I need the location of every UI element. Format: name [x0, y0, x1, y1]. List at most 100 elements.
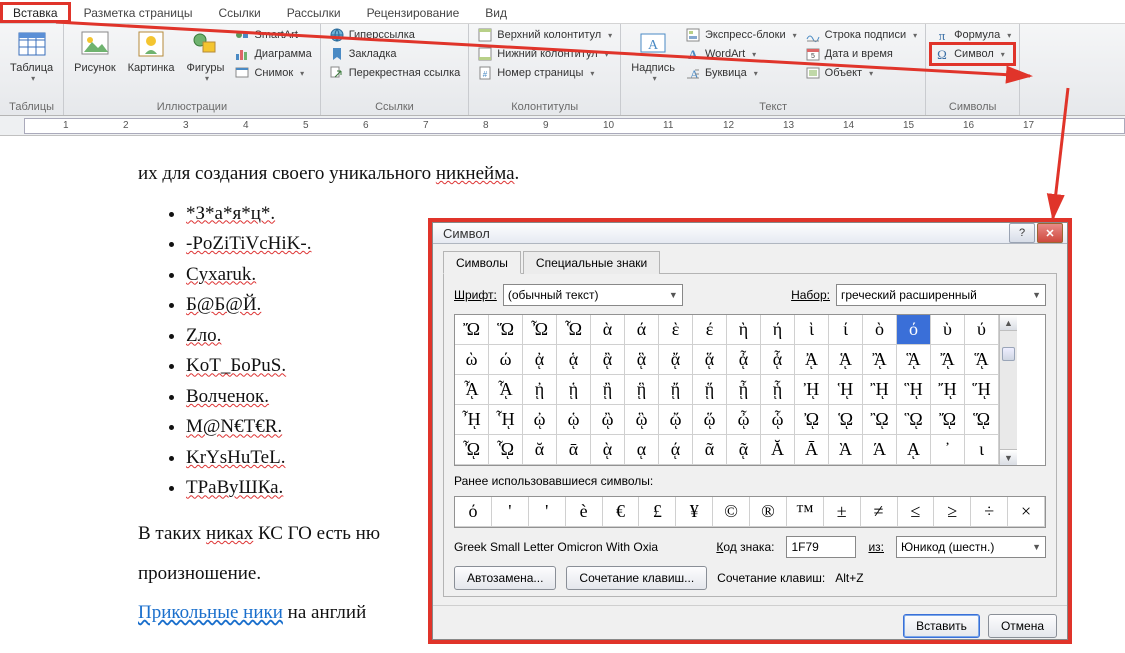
char-cell[interactable]: ᾝ — [965, 375, 999, 405]
char-cell[interactable]: ᾥ — [693, 405, 727, 435]
char-cell[interactable]: ᾪ — [863, 405, 897, 435]
dialog-titlebar[interactable]: Символ ? ✕ — [433, 223, 1067, 244]
char-cell[interactable]: Ὦ — [523, 315, 557, 345]
char-cell[interactable]: ᾛ — [897, 375, 931, 405]
crossref-button[interactable]: Перекрестная ссылка — [327, 64, 463, 82]
scroll-thumb[interactable] — [1002, 347, 1015, 361]
char-cell[interactable]: ὰ — [591, 315, 625, 345]
char-cell[interactable]: ᾗ — [761, 375, 795, 405]
char-cell[interactable]: ᾱ — [557, 435, 591, 465]
dropcap-button[interactable]: AБуквица — [683, 64, 799, 82]
sigline-button[interactable]: Строка подписи — [803, 26, 919, 44]
scroll-up[interactable]: ▲ — [1000, 315, 1017, 331]
char-cell[interactable]: ᾮ — [455, 435, 489, 465]
char-cell[interactable]: ά — [625, 315, 659, 345]
char-cell[interactable]: ᾧ — [761, 405, 795, 435]
char-cell[interactable]: ᾣ — [625, 405, 659, 435]
recent-cell[interactable]: ' — [529, 497, 566, 527]
char-cell[interactable]: ᾙ — [829, 375, 863, 405]
close-button[interactable]: ✕ — [1037, 223, 1063, 243]
textbox-button[interactable]: A Надпись — [627, 26, 679, 85]
char-cell[interactable]: ὶ — [795, 315, 829, 345]
recent-cell[interactable]: ÷ — [971, 497, 1008, 527]
footer-button[interactable]: Нижний колонтитул — [475, 45, 614, 63]
char-cell[interactable]: ᾒ — [591, 375, 625, 405]
recent-cell[interactable]: ® — [750, 497, 787, 527]
recent-cell[interactable]: ≥ — [934, 497, 971, 527]
char-cell[interactable]: Ᾱ — [795, 435, 829, 465]
char-cell[interactable]: ύ — [965, 315, 999, 345]
char-cell[interactable]: ί — [829, 315, 863, 345]
wordart-button[interactable]: AWordArt — [683, 45, 799, 63]
char-cell[interactable]: ᾓ — [625, 375, 659, 405]
formula-button[interactable]: πФормула — [932, 26, 1013, 44]
char-cell[interactable]: ᾳ — [625, 435, 659, 465]
subset-combo[interactable]: греческий расширенный▼ — [836, 284, 1046, 306]
char-cell[interactable]: ᾉ — [829, 345, 863, 375]
char-cell[interactable]: ᾎ — [455, 375, 489, 405]
char-cell[interactable]: ι — [965, 435, 999, 465]
char-cell[interactable]: ᾽ — [931, 435, 965, 465]
char-cell[interactable]: ᾫ — [897, 405, 931, 435]
char-cell[interactable]: έ — [693, 315, 727, 345]
fun-nicks-link[interactable]: Прикольные ники — [138, 602, 283, 623]
quickparts-button[interactable]: Экспресс-блоки — [683, 26, 799, 44]
tab-references[interactable]: Ссылки — [205, 2, 273, 23]
char-cell[interactable]: ᾶ — [693, 435, 727, 465]
hyperlink-button[interactable]: Гиперссылка — [327, 26, 463, 44]
recent-cell[interactable]: € — [603, 497, 640, 527]
cancel-button[interactable]: Отмена — [988, 614, 1057, 638]
recent-cell[interactable]: £ — [639, 497, 676, 527]
char-cell[interactable]: ᾰ — [523, 435, 557, 465]
grid-scrollbar[interactable]: ▲ ▼ — [999, 315, 1017, 465]
char-cell[interactable]: ᾐ — [523, 375, 557, 405]
char-cell[interactable]: ὼ — [455, 345, 489, 375]
tab-review[interactable]: Рецензирование — [354, 2, 473, 23]
char-cell[interactable]: ᾊ — [863, 345, 897, 375]
char-cell[interactable]: ᾋ — [897, 345, 931, 375]
recent-cell[interactable]: ¥ — [676, 497, 713, 527]
char-cell[interactable]: ώ — [489, 345, 523, 375]
recent-cell[interactable]: ± — [824, 497, 861, 527]
char-cell[interactable]: ᾦ — [727, 405, 761, 435]
insert-button[interactable]: Вставить — [903, 614, 980, 638]
char-cell[interactable]: ᾢ — [591, 405, 625, 435]
table-button[interactable]: Таблица — [6, 26, 57, 85]
char-cell[interactable]: ᾡ — [557, 405, 591, 435]
bookmark-button[interactable]: Закладка — [327, 45, 463, 63]
char-cell[interactable]: ᾤ — [659, 405, 693, 435]
smartart-button[interactable]: SmartArt — [232, 26, 313, 44]
header-button[interactable]: Верхний колонтитул — [475, 26, 614, 44]
char-cell[interactable]: ᾖ — [727, 375, 761, 405]
char-cell[interactable]: ᾭ — [965, 405, 999, 435]
char-cell[interactable]: ᾴ — [659, 435, 693, 465]
tab-mailings[interactable]: Рассылки — [274, 2, 354, 23]
code-input[interactable] — [786, 536, 856, 558]
char-cell[interactable]: ᾄ — [659, 345, 693, 375]
screenshot-button[interactable]: Снимок — [232, 64, 313, 82]
recent-cell[interactable]: ≠ — [861, 497, 898, 527]
char-cell[interactable]: Ὰ — [829, 435, 863, 465]
char-cell[interactable]: ό — [897, 315, 931, 345]
tab-view[interactable]: Вид — [472, 2, 520, 23]
char-cell[interactable]: ᾷ — [727, 435, 761, 465]
recent-cell[interactable]: è — [566, 497, 603, 527]
char-cell[interactable]: ᾁ — [557, 345, 591, 375]
char-cell[interactable]: Ὥ — [489, 315, 523, 345]
char-cell[interactable]: ᾬ — [931, 405, 965, 435]
chart-button[interactable]: Диаграмма — [232, 45, 313, 63]
char-cell[interactable]: ᾆ — [727, 345, 761, 375]
font-combo[interactable]: (обычный текст)▼ — [503, 284, 683, 306]
char-cell[interactable]: ᾍ — [965, 345, 999, 375]
from-combo[interactable]: Юникод (шестн.)▼ — [896, 536, 1046, 558]
help-button[interactable]: ? — [1009, 223, 1035, 243]
char-cell[interactable]: ὺ — [931, 315, 965, 345]
char-cell[interactable]: ᾇ — [761, 345, 795, 375]
autocorrect-button[interactable]: Автозамена... — [454, 566, 556, 590]
char-cell[interactable]: ᾕ — [693, 375, 727, 405]
tab-insert[interactable]: Вставка — [0, 2, 71, 23]
char-cell[interactable]: ᾌ — [931, 345, 965, 375]
picture-button[interactable]: Рисунок — [70, 26, 120, 76]
char-cell[interactable]: ᾂ — [591, 345, 625, 375]
recent-cell[interactable]: ™ — [787, 497, 824, 527]
